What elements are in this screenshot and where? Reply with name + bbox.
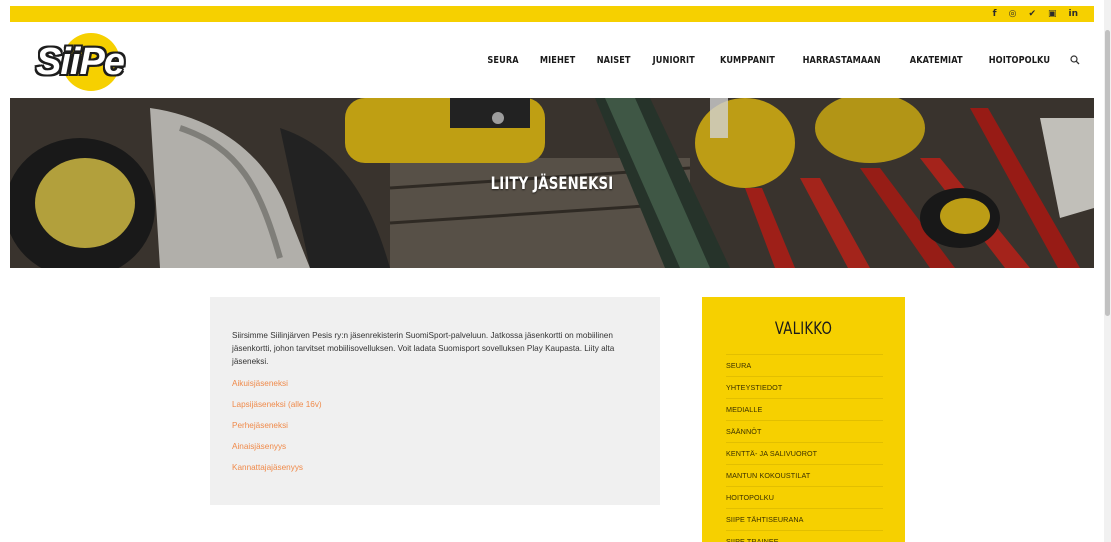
logo-wordmark: SiiPe: [36, 41, 125, 83]
main-nav: SEURA MIEHET NAISET JUNIORIT KUMPPANIT H…: [477, 53, 1082, 67]
sidebar-item-saannot[interactable]: SÄÄNNÖT: [726, 421, 883, 442]
site-header: SiiPe SEURA MIEHET NAISET JUNIORIT KUMPP…: [10, 22, 1094, 98]
sidebar-item: KENTTÄ- JA SALIVUOROT: [726, 442, 883, 464]
sidebar-item: YHTEYSTIEDOT: [726, 376, 883, 398]
intro-text: Siirsimme Siilinjärven Pesis ry:n jäsenr…: [232, 331, 615, 366]
page: f ◎ ✔ ▣ in SiiPe SEURA MIEHET NAISET JUN…: [0, 0, 1104, 542]
nav-item-kumppanit[interactable]: KUMPPANIT: [714, 55, 780, 66]
nav-item-hoitopolku[interactable]: HOITOPOLKU: [983, 55, 1056, 66]
top-bar: f ◎ ✔ ▣ in: [10, 6, 1094, 22]
linkedin-icon[interactable]: in: [1069, 7, 1079, 21]
social-links: f ◎ ✔ ▣ in: [993, 7, 1078, 21]
nav-item-naiset[interactable]: NAISET: [591, 55, 636, 66]
link-ainaisjasenyys[interactable]: Ainaisjäsenyys: [232, 441, 322, 462]
membership-links: Aikuisjäseneksi Lapsijäseneksi (alle 16v…: [232, 378, 322, 483]
nav-item-akatemiat[interactable]: AKATEMIAT: [904, 55, 968, 66]
nav-item-harrastamaan[interactable]: HARRASTAMAAN: [797, 55, 887, 66]
sidebar-item-yhteystiedot[interactable]: YHTEYSTIEDOT: [726, 377, 883, 398]
scrollbar-thumb[interactable]: [1105, 30, 1110, 316]
sidebar-item-tahtiseurana[interactable]: SIIPE TÄHTISEURANA: [726, 509, 883, 530]
link-perhejaseneksi[interactable]: Perhejäseneksi: [232, 420, 322, 441]
sidebar-item: HOITOPOLKU: [726, 486, 883, 508]
site-logo[interactable]: SiiPe: [36, 33, 146, 91]
nav-item-seura[interactable]: SEURA: [481, 55, 524, 66]
sidebar-item: MEDIALLE: [726, 398, 883, 420]
link-lapsijaseneksi[interactable]: Lapsijäseneksi (alle 16v): [232, 399, 322, 420]
sidebar-item-trainee[interactable]: SIIPE TRAINEE: [726, 531, 883, 542]
nav-item-juniorit[interactable]: JUNIORIT: [647, 55, 701, 66]
twitter-icon[interactable]: ✔: [1028, 7, 1036, 21]
hero-banner: LIITY JÄSENEKSI: [10, 98, 1094, 268]
sidebar-item-hoitopolku[interactable]: HOITOPOLKU: [726, 487, 883, 508]
sidebar-item-medialle[interactable]: MEDIALLE: [726, 399, 883, 420]
link-aikuisjaseneksi[interactable]: Aikuisjäseneksi: [232, 378, 322, 399]
search-icon[interactable]: [1068, 53, 1082, 67]
youtube-icon[interactable]: ▣: [1048, 7, 1057, 21]
sidebar-list: SEURA YHTEYSTIEDOT MEDIALLE SÄÄNNÖT KENT…: [726, 354, 883, 542]
link-kannattajajasenyys[interactable]: Kannattajajäsenyys: [232, 462, 322, 483]
sidebar-item: SIIPE TRAINEE: [726, 530, 883, 542]
page-scrollbar[interactable]: [1104, 0, 1111, 542]
page-title: LIITY JÄSENEKSI: [490, 174, 614, 194]
sidebar-item: SEURA: [726, 354, 883, 376]
instagram-icon[interactable]: ◎: [1009, 7, 1017, 21]
sidebar-item: MANTUN KOKOUSTILAT: [726, 464, 883, 486]
sidebar-item-kentta-salivuorot[interactable]: KENTTÄ- JA SALIVUOROT: [726, 443, 883, 464]
facebook-icon[interactable]: f: [993, 7, 997, 21]
sidebar-item: SIIPE TÄHTISEURANA: [726, 508, 883, 530]
sidebar-title: VALIKKO: [774, 319, 833, 339]
sidebar-item: SÄÄNNÖT: [726, 420, 883, 442]
sidebar-item-seura[interactable]: SEURA: [726, 355, 883, 376]
nav-item-miehet[interactable]: MIEHET: [534, 55, 581, 66]
sidebar-item-mantun-kokoustilat[interactable]: MANTUN KOKOUSTILAT: [726, 465, 883, 486]
content-panel: Siirsimme Siilinjärven Pesis ry:n jäsenr…: [210, 297, 660, 505]
sidebar-menu: VALIKKO SEURA YHTEYSTIEDOT MEDIALLE SÄÄN…: [702, 297, 905, 542]
